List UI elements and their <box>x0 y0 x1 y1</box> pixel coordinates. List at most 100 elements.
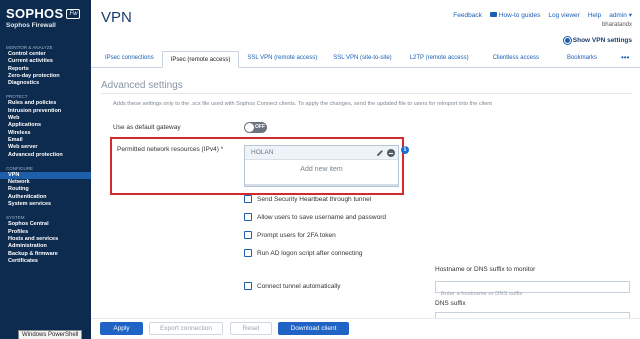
brand: SOPHOS Fw Sophos Firewall <box>0 0 91 42</box>
howto-link[interactable]: How-to guides <box>489 11 541 19</box>
nav-heading: CONFIGURE <box>6 165 33 171</box>
reset-button[interactable]: Reset <box>230 322 272 335</box>
divider <box>245 184 398 186</box>
tab-ipsec-connections[interactable]: IPsec connections <box>97 50 162 67</box>
user-name: admin <box>609 12 627 19</box>
sidebar-item-rules[interactable]: Rules and policies <box>0 100 91 107</box>
sidebar-item-vpn[interactable]: VPN <box>0 171 91 180</box>
hint-text: Adds these settings only to the .scx fil… <box>113 101 492 107</box>
network-resources-label: Permitted network resources (IPv4) * <box>117 146 224 153</box>
log-viewer-link[interactable]: Log viewer <box>548 12 579 19</box>
sidebar-item-advanced-protection[interactable]: Advanced protection <box>0 152 91 159</box>
tab-ssl-vpn-remote[interactable]: SSL VPN (remote access) <box>239 50 325 67</box>
remove-icon[interactable] <box>387 149 395 157</box>
checkbox[interactable] <box>244 195 252 203</box>
sidebar-item-backup-firmware[interactable]: Backup & firmware <box>0 251 91 258</box>
checkbox-ad-logon[interactable]: Run AD logon script after connecting <box>244 249 363 257</box>
show-settings-label: Show VPN settings <box>572 37 632 44</box>
user-menu[interactable]: admin ▾ <box>609 11 632 19</box>
sidebar-item-ips[interactable]: Intrusion prevention <box>0 108 91 115</box>
tab-bookmarks[interactable]: Bookmarks <box>553 50 611 67</box>
product-name: Sophos Firewall <box>6 22 56 29</box>
show-vpn-settings-link[interactable]: Show VPN settings <box>563 37 632 44</box>
help-link[interactable]: Help <box>588 12 601 19</box>
list-item-label: HOLAN <box>251 149 274 156</box>
nav-section-monitor: MONITOR & ANALYZE Control center Current… <box>0 44 91 87</box>
nav: MONITOR & ANALYZE Control center Current… <box>0 44 91 265</box>
sidebar-item-routing[interactable]: Routing <box>0 186 91 193</box>
user-subtitle: bharatandx <box>601 22 632 28</box>
hostname-field[interactable] <box>435 281 630 299</box>
list-item[interactable]: HOLAN <box>245 146 398 160</box>
brand-logo: SOPHOS <box>6 6 64 21</box>
tab-ipsec-remote-access[interactable]: IPsec (remote access) <box>161 51 240 68</box>
nav-heading: PROTECT <box>6 94 28 100</box>
export-connection-button[interactable]: Export connection <box>149 322 223 335</box>
sidebar-item-web[interactable]: Web <box>0 115 91 122</box>
add-new-item-button[interactable]: Add new item <box>245 166 398 173</box>
sidebar: SOPHOS Fw Sophos Firewall MONITOR & ANAL… <box>0 0 91 339</box>
checkbox-label: Allow users to save username and passwor… <box>257 213 386 221</box>
toggle-state: OFF <box>255 124 265 130</box>
footer-bar: Apply Export connection Reset Download c… <box>91 318 640 339</box>
checkbox-label: Prompt users for 2FA token <box>257 231 336 239</box>
download-client-button[interactable]: Download client <box>278 322 349 335</box>
sidebar-item-diagnostics[interactable]: Diagnostics <box>0 80 91 87</box>
more-tabs-icon[interactable]: ••• <box>611 50 639 67</box>
toggle-knob <box>245 123 254 132</box>
nav-section-protect: PROTECT Rules and policies Intrusion pre… <box>0 93 91 158</box>
checkbox[interactable] <box>244 282 252 290</box>
tab-clientless[interactable]: Clientless access <box>479 50 553 67</box>
brand-badge: Fw <box>66 8 81 19</box>
default-gateway-toggle[interactable]: OFF <box>244 122 267 133</box>
checkbox[interactable] <box>244 249 252 257</box>
sidebar-item-control-center[interactable]: Control center <box>0 51 91 58</box>
dns-suffix-label: DNS suffix <box>435 300 466 307</box>
sidebar-item-hosts-services[interactable]: Hosts and services <box>0 236 91 243</box>
sidebar-item-reports[interactable]: Reports <box>0 66 91 73</box>
checkbox-heartbeat[interactable]: Send Security Heartbeat through tunnel <box>244 195 371 203</box>
default-gateway-label: Use as default gateway <box>113 124 181 131</box>
sidebar-item-current-activities[interactable]: Current activities <box>0 58 91 65</box>
taskbar-tooltip: Windows PowerShell <box>18 330 83 339</box>
main-panel: VPN Feedback How-to guides Log viewer He… <box>91 0 640 339</box>
page-title: VPN <box>101 9 132 26</box>
sidebar-item-administration[interactable]: Administration <box>0 243 91 250</box>
nav-heading: SYSTEM <box>6 215 25 221</box>
sidebar-item-web-server[interactable]: Web server <box>0 144 91 151</box>
tab-bar: IPsec connections IPsec (remote access) … <box>91 50 640 68</box>
sidebar-item-sophos-central[interactable]: Sophos Central <box>0 221 91 228</box>
hostname-input[interactable] <box>436 289 629 299</box>
nav-heading: MONITOR & ANALYZE <box>6 45 53 50</box>
checkbox[interactable] <box>244 231 252 239</box>
howto-label: How-to guides <box>498 11 541 19</box>
apply-button[interactable]: Apply <box>100 322 143 335</box>
sidebar-item-zero-day[interactable]: Zero-day protection <box>0 73 91 80</box>
checkbox-label: Connect tunnel automatically <box>257 282 341 290</box>
sidebar-item-wireless[interactable]: Wireless <box>0 130 91 137</box>
tab-l2tp[interactable]: L2TP (remote access) <box>400 50 479 67</box>
hostname-label: Hostname or DNS suffix to monitor <box>435 266 536 273</box>
checkbox[interactable] <box>244 213 252 221</box>
sidebar-item-applications[interactable]: Applications <box>0 122 91 129</box>
caret-down-icon: ▾ <box>628 12 632 19</box>
info-icon[interactable]: i <box>401 146 409 154</box>
feedback-link[interactable]: Feedback <box>453 12 482 19</box>
checkbox-connect-automatically[interactable]: Connect tunnel automatically <box>244 282 340 290</box>
checkbox-label: Send Security Heartbeat through tunnel <box>257 195 372 203</box>
pencil-icon[interactable] <box>376 149 384 157</box>
sidebar-item-authentication[interactable]: Authentication <box>0 194 91 201</box>
sidebar-item-network[interactable]: Network <box>0 179 91 186</box>
checkbox-save-credentials[interactable]: Allow users to save username and passwor… <box>244 213 386 221</box>
tab-ssl-vpn-site[interactable]: SSL VPN (site-to-site) <box>325 50 399 67</box>
nav-section-configure: CONFIGURE VPN Network Routing Authentica… <box>0 165 91 208</box>
sidebar-item-certificates[interactable]: Certificates <box>0 258 91 265</box>
sidebar-item-system-services[interactable]: System services <box>0 201 91 208</box>
sidebar-item-email[interactable]: Email <box>0 137 91 144</box>
divider <box>101 93 632 94</box>
nav-section-system: SYSTEM Sophos Central Profiles Hosts and… <box>0 214 91 265</box>
checkbox-2fa[interactable]: Prompt users for 2FA token <box>244 231 336 239</box>
checkbox-label: Run AD logon script after connecting <box>257 249 363 257</box>
video-camera-icon <box>489 12 497 18</box>
sidebar-item-profiles[interactable]: Profiles <box>0 229 91 236</box>
